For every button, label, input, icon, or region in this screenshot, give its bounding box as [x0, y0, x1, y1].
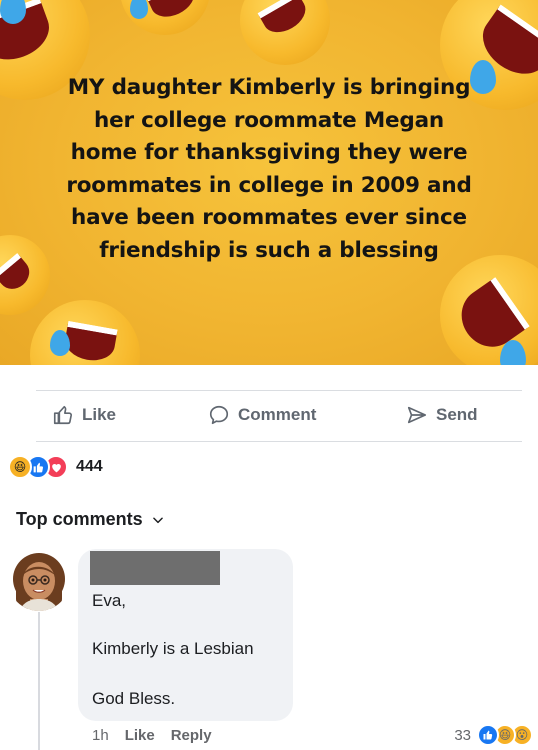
post-text-line: home for thanksgiving they were [70, 140, 468, 165]
like-reaction-icon [477, 724, 499, 746]
comment-reply-button[interactable]: Reply [171, 727, 212, 744]
chevron-down-icon [152, 517, 163, 523]
post-action-bar: Like Comment Send [0, 396, 538, 440]
post-image[interactable]: MY daughter Kimberly is bringing her col… [0, 0, 538, 365]
comment-thread-line [38, 612, 40, 750]
redacted-author-name [90, 551, 220, 585]
post-text-line: roommates in college in 2009 and [66, 172, 472, 198]
comment-text-line: Kimberly is a Lesbian [92, 639, 254, 658]
comment-reaction-summary[interactable]: 33 😆 😮 [454, 724, 533, 746]
comment-button[interactable]: Comment [208, 404, 316, 426]
comment-icon [209, 405, 229, 425]
comment-timestamp[interactable]: 1h [92, 727, 109, 744]
avatar-memoji-icon [13, 553, 65, 611]
comments-sort-label: Top comments [16, 509, 143, 529]
post-text-line: MY daughter Kimberly is bringing [67, 75, 471, 100]
post-text-line: friendship is such a blessing [99, 237, 439, 263]
laughing-emoji-icon [120, 0, 210, 35]
post-image-text: MY daughter Kimberly is bringing her col… [20, 72, 518, 267]
haha-reaction-icon: 😆 [8, 455, 32, 479]
comment-text-line: God Bless. [92, 689, 176, 708]
laughing-emoji-icon [440, 255, 538, 365]
like-label: Like [82, 405, 117, 424]
reaction-summary[interactable]: 😆 444 [8, 455, 103, 479]
comment-reaction-count: 33 [454, 726, 471, 744]
post-text-line: have been roommates ever since [71, 205, 467, 230]
laughing-emoji-icon [30, 300, 140, 365]
post-text-line: her college roommate Megan [93, 107, 445, 133]
comment-meta: 1h Like Reply [92, 727, 212, 744]
laughing-emoji-icon [240, 0, 330, 65]
send-button[interactable]: Send [406, 404, 478, 426]
comment-like-button[interactable]: Like [125, 727, 155, 744]
avatar[interactable] [8, 549, 70, 611]
comments-sort-dropdown[interactable]: Top comments [16, 509, 165, 530]
comment-text-line: Eva, [92, 591, 127, 610]
divider [36, 390, 522, 391]
thumbs-up-icon [53, 405, 73, 425]
comment-bubble[interactable]: Eva, Kimberly is a Lesbian God Bless. [78, 549, 293, 721]
like-button[interactable]: Like [52, 404, 116, 426]
send-icon [407, 406, 427, 424]
reaction-count: 444 [76, 458, 103, 475]
comment-label: Comment [238, 405, 317, 424]
divider [36, 441, 522, 442]
send-label: Send [436, 405, 478, 424]
